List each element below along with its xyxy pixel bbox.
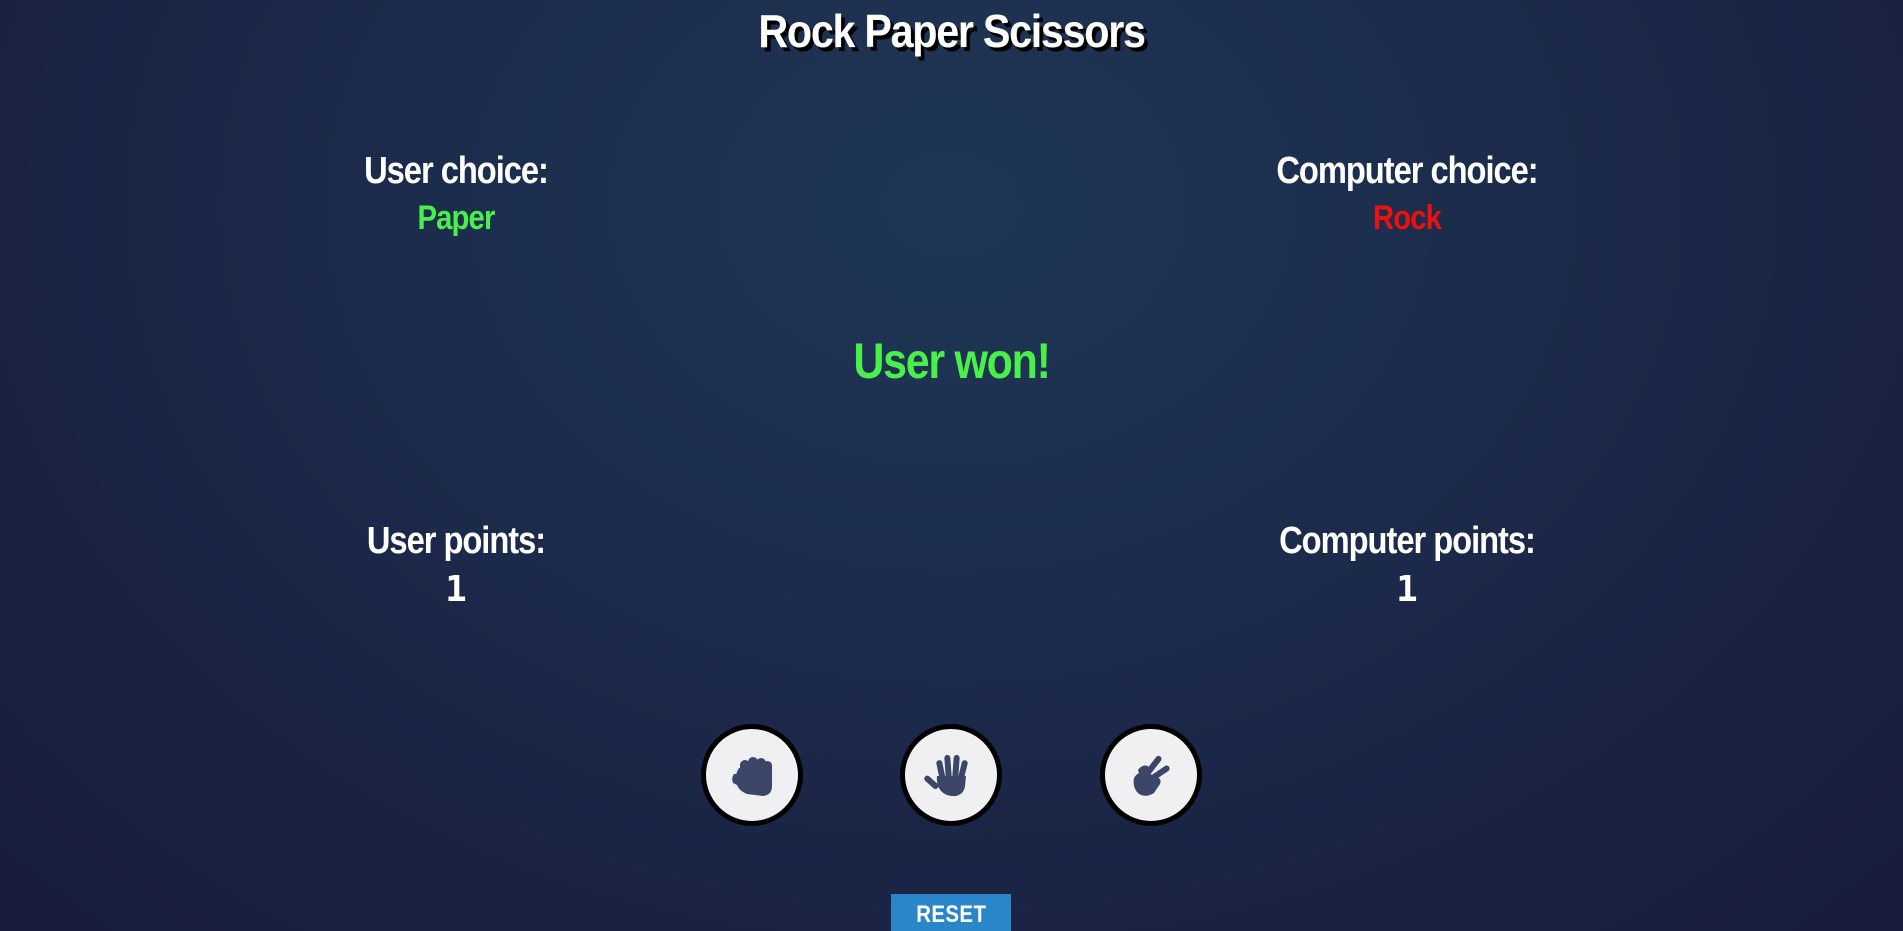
user-points-panel: User points: 1 — [236, 520, 676, 610]
fist-icon — [732, 757, 772, 796]
user-choice-label: User choice: — [364, 150, 549, 192]
computer-points-label: Computer points: — [1279, 520, 1536, 562]
user-points-value: 1 — [445, 569, 467, 610]
user-choice-value: Paper — [417, 199, 496, 237]
scissors-button[interactable] — [1100, 724, 1202, 826]
open-hand-icon — [924, 755, 968, 797]
reset-label: RESET — [915, 901, 987, 928]
rock-button[interactable] — [701, 724, 803, 826]
computer-points-value: 1 — [1396, 569, 1418, 610]
computer-choice-label: Computer choice: — [1276, 150, 1538, 192]
choice-buttons — [0, 724, 1903, 826]
user-points-label: User points: — [366, 520, 546, 562]
user-choice-panel: User choice: Paper — [236, 150, 676, 238]
reset-button[interactable]: RESET — [891, 894, 1011, 931]
computer-choice-panel: Computer choice: Rock — [1187, 150, 1627, 238]
scissors-hand-icon — [1133, 755, 1170, 796]
computer-points-panel: Computer points: 1 — [1187, 520, 1627, 610]
result-message: User won! — [853, 333, 1051, 389]
game-title: Rock Paper Scissors — [758, 5, 1146, 57]
computer-choice-value: Rock — [1372, 199, 1442, 237]
paper-button[interactable] — [900, 724, 1002, 826]
